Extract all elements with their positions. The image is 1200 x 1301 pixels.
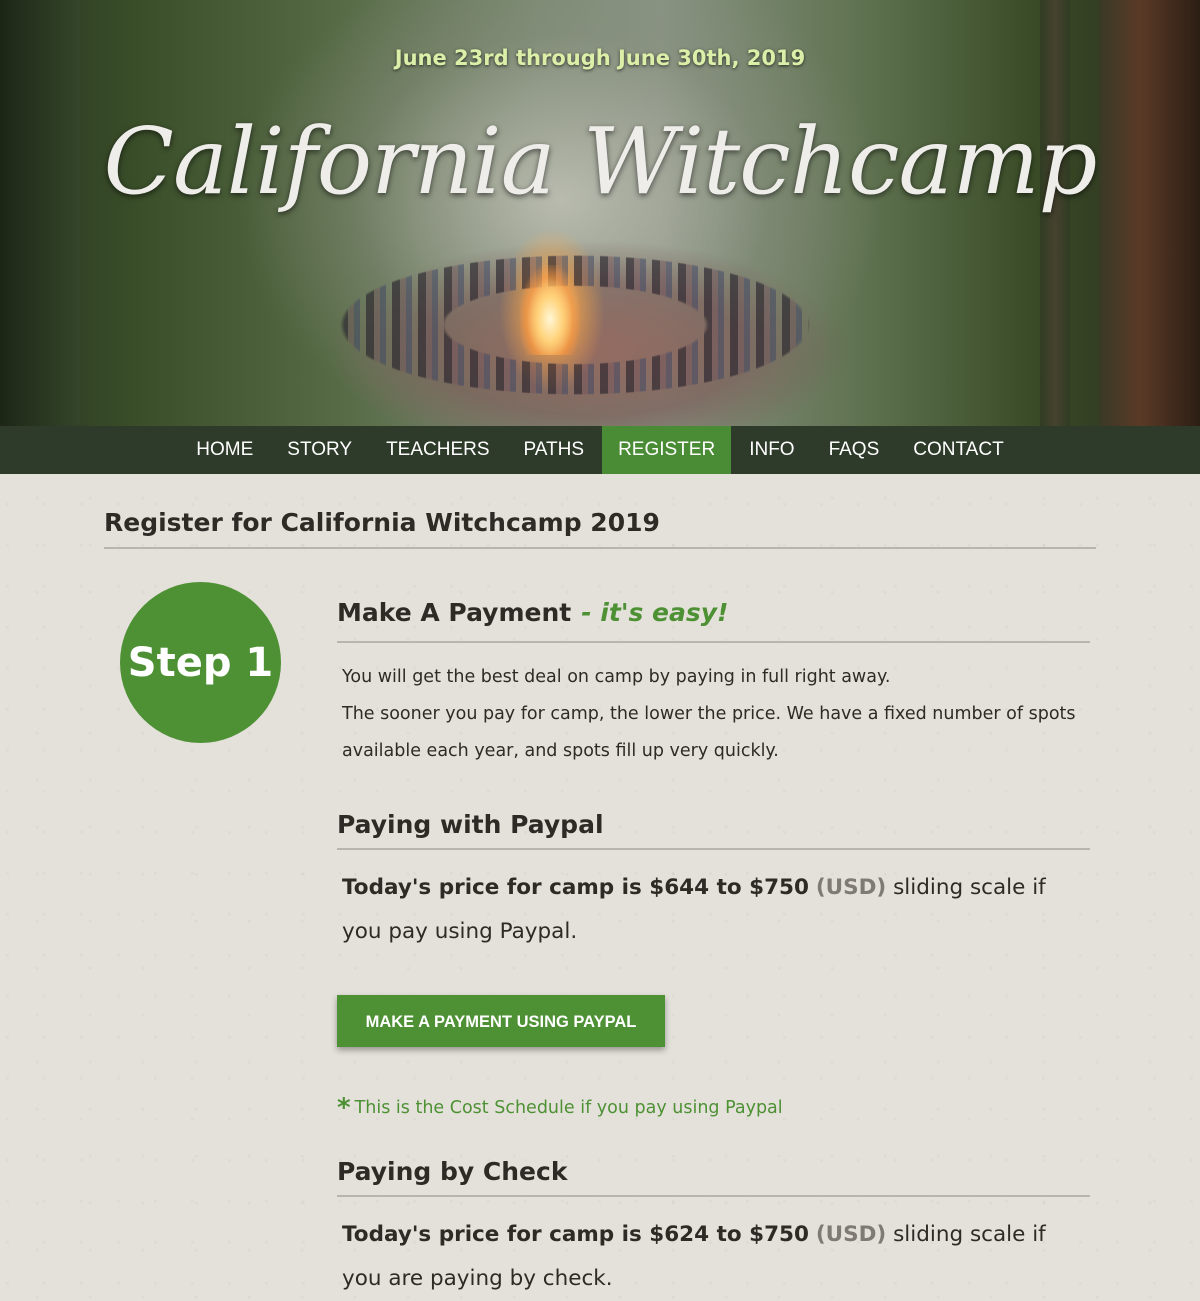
paypal-divider <box>337 848 1090 850</box>
check-price: Today's price for camp is $624 to $750 (… <box>342 1213 1087 1301</box>
nav-info[interactable]: INFO <box>733 426 810 474</box>
check-divider <box>337 1195 1090 1197</box>
nav-faqs[interactable]: FAQS <box>813 426 896 474</box>
payment-heading-accent: - it's easy! <box>581 598 729 627</box>
paypal-cost-schedule-text: This is the Cost Schedule if you pay usi… <box>354 1098 783 1118</box>
hero-campfire <box>520 265 580 355</box>
nav-home[interactable]: HOME <box>180 426 269 474</box>
check-price-amount: Today's price for camp is $624 to $750 <box>342 1222 809 1247</box>
hero-banner: June 23rd through June 30th, 2019 Califo… <box>0 0 1200 426</box>
page-title-divider <box>104 547 1096 549</box>
step-badge: Step 1 <box>120 582 281 743</box>
payment-heading: Make A Payment - it's easy! <box>337 598 728 627</box>
hero-date: June 23rd through June 30th, 2019 <box>394 46 806 70</box>
nav-paths[interactable]: PATHS <box>508 426 601 474</box>
page-title: Register for California Witchcamp 2019 <box>104 508 660 537</box>
payment-heading-text: Make A Payment <box>337 598 572 627</box>
nav-register[interactable]: REGISTER <box>602 426 732 474</box>
nav-story[interactable]: STORY <box>271 426 368 474</box>
check-heading: Paying by Check <box>337 1157 568 1186</box>
nav-contact[interactable]: CONTACT <box>897 426 1019 474</box>
hero-title: California Witchcamp <box>103 108 1098 215</box>
main-nav: HOME STORY TEACHERS PATHS REGISTER INFO … <box>0 426 1200 474</box>
check-currency: (USD) <box>815 1222 887 1247</box>
payment-intro-2: The sooner you pay for camp, the lower t… <box>342 704 1076 761</box>
paypal-payment-button[interactable]: MAKE A PAYMENT USING PAYPAL <box>337 995 665 1047</box>
paypal-price-amount: Today's price for camp is $644 to $750 <box>342 875 809 900</box>
paypal-cost-schedule-link[interactable]: * This is the Cost Schedule if you pay us… <box>337 1093 783 1123</box>
nav-teachers[interactable]: TEACHERS <box>370 426 505 474</box>
paypal-price: Today's price for camp is $644 to $750 (… <box>342 866 1087 954</box>
asterisk-icon: * <box>337 1093 351 1123</box>
paypal-currency: (USD) <box>815 875 887 900</box>
paypal-heading: Paying with Paypal <box>337 810 604 839</box>
payment-intro-1: You will get the best deal on camp by pa… <box>342 667 891 687</box>
payment-divider <box>337 641 1090 643</box>
